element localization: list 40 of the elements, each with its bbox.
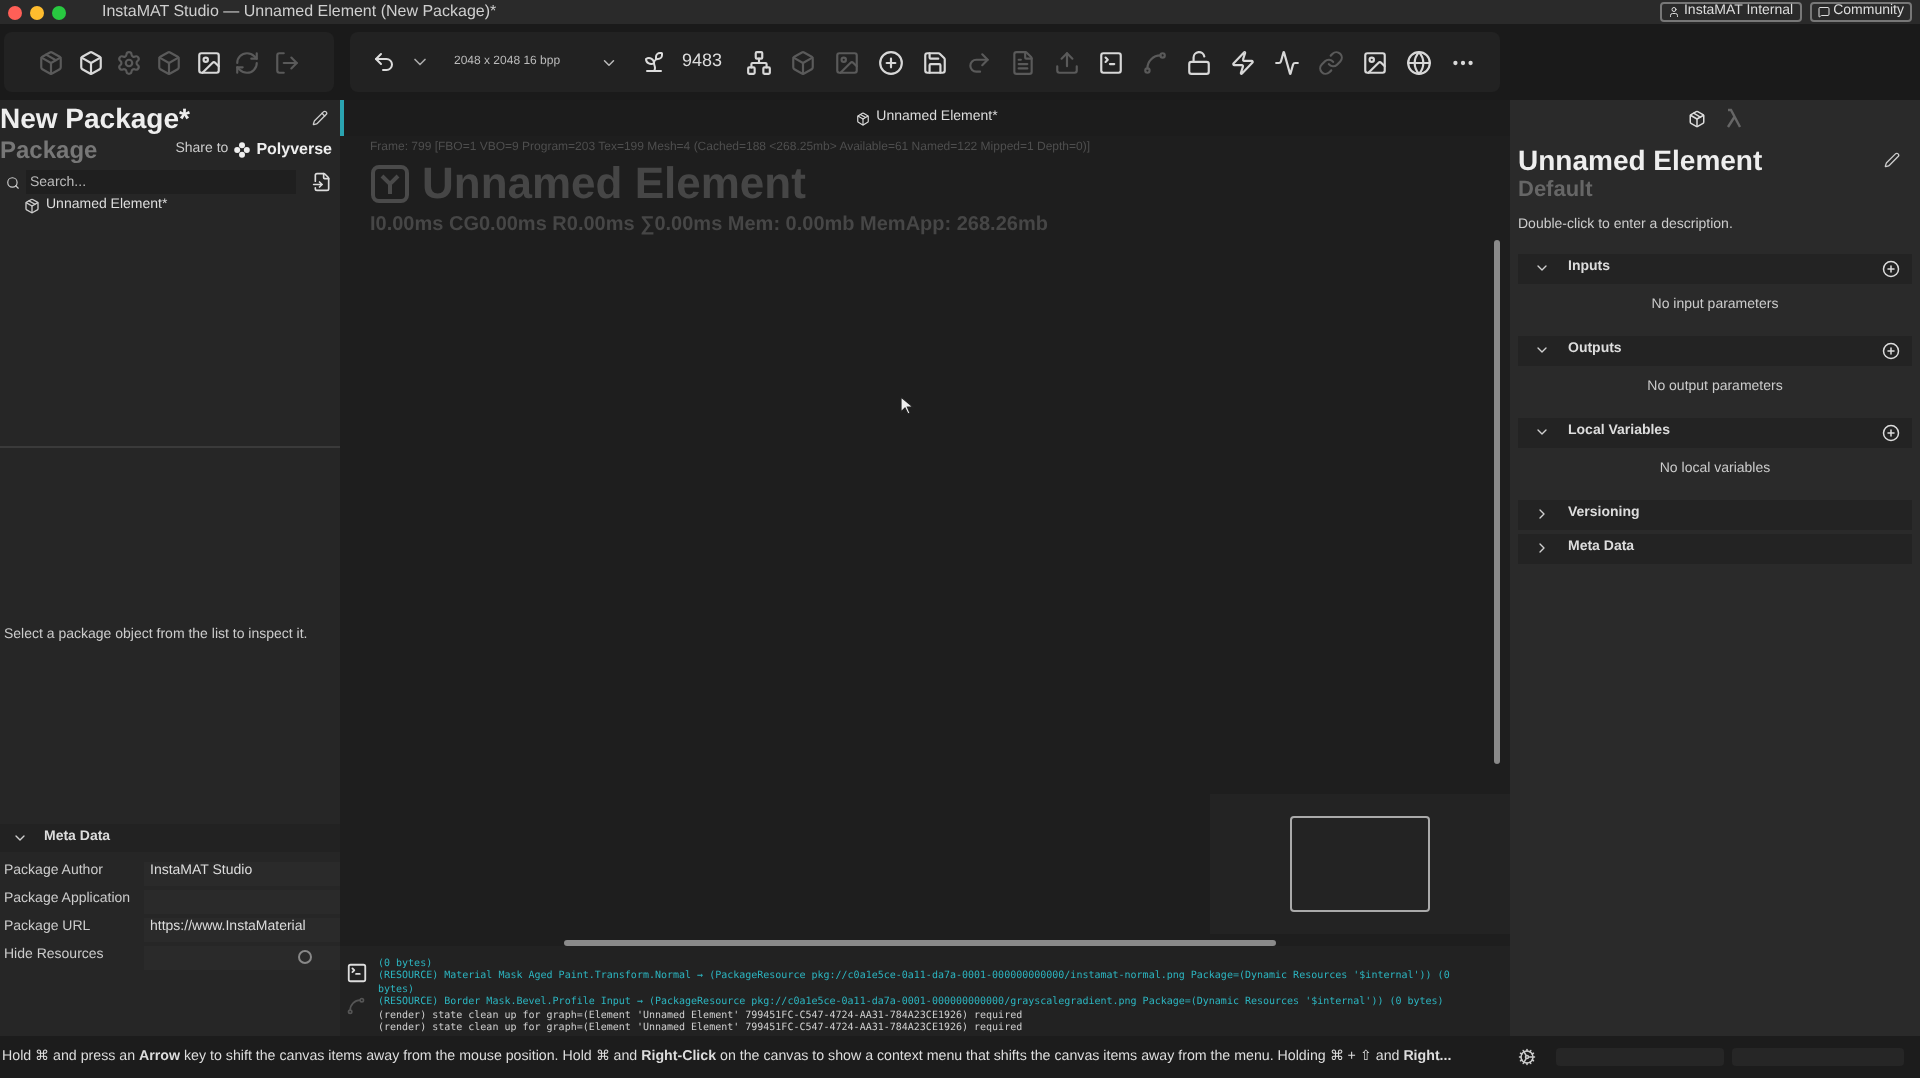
maximize-button[interactable] xyxy=(52,5,66,19)
add-icon[interactable] xyxy=(1882,423,1900,441)
close-button[interactable] xyxy=(8,5,22,19)
inspector-subtitle: Default xyxy=(1518,176,1595,204)
package-subtitle: Package xyxy=(0,136,98,164)
hide-resources-toggle[interactable] xyxy=(298,950,312,964)
element-icon[interactable] xyxy=(1688,109,1706,127)
search-icon xyxy=(6,175,20,189)
add-icon[interactable] xyxy=(1882,341,1900,359)
add-icon[interactable] xyxy=(1882,259,1900,277)
window-title: InstaMAT Studio — Unnamed Element (New Package)* xyxy=(102,2,497,22)
package-icon xyxy=(24,198,40,214)
user-icon xyxy=(1667,6,1680,18)
terminal-icon[interactable] xyxy=(345,962,367,984)
element-logo-icon xyxy=(370,164,410,204)
polyverse-logo-icon xyxy=(234,142,251,158)
chat-icon xyxy=(1817,6,1830,18)
minimize-button[interactable] xyxy=(30,5,44,19)
polyverse-link[interactable]: Polyverse xyxy=(256,138,332,162)
edit-icon[interactable] xyxy=(312,110,328,126)
vertical-scrollbar[interactable] xyxy=(1494,240,1500,764)
chevron-down-icon xyxy=(1534,424,1550,440)
element-icon xyxy=(856,111,871,125)
seed-value[interactable]: 9483 xyxy=(682,48,723,76)
chevron-down-icon xyxy=(12,830,28,846)
edit-icon[interactable] xyxy=(1884,152,1900,168)
settings-icon[interactable] xyxy=(1518,1048,1536,1066)
chevron-right-icon xyxy=(1534,540,1550,556)
minimap-viewport xyxy=(1290,816,1430,912)
cursor-icon xyxy=(900,396,914,416)
import-icon[interactable] xyxy=(312,172,332,192)
seed-icon xyxy=(642,50,666,74)
inspector-title: Unnamed Element xyxy=(1518,144,1763,176)
package-title: New Package* xyxy=(0,100,190,136)
chevron-right-icon xyxy=(1534,506,1550,522)
lambda-icon[interactable] xyxy=(1726,108,1742,128)
chevron-down-icon xyxy=(1534,260,1550,276)
horizontal-scrollbar[interactable] xyxy=(564,940,1276,946)
chevron-down-icon xyxy=(1534,342,1550,358)
minimap[interactable] xyxy=(1210,794,1510,934)
